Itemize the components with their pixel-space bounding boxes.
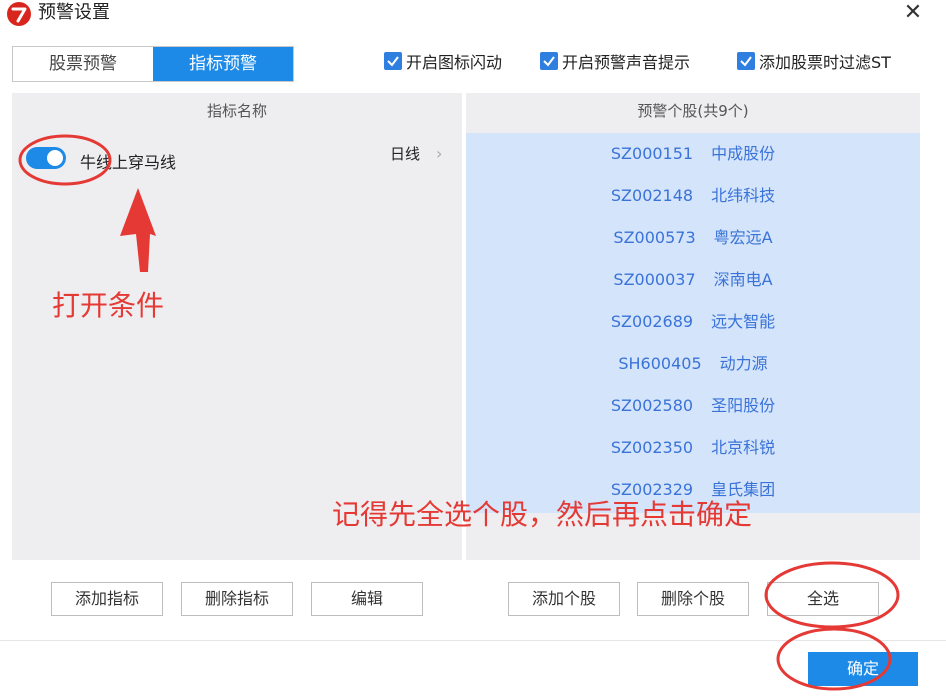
stock-list: SZ000151 中成股份 SZ002148 北纬科技 SZ000573 粤宏远A S… xyxy=(466,133,920,513)
stock-name: 圣阳股份 xyxy=(711,396,776,415)
stock-name: 中成股份 xyxy=(711,144,776,163)
annotation-instruction: 记得先全选个股，然后再点击确定 xyxy=(332,498,753,531)
annotation-open-condition: 打开条件 xyxy=(52,289,165,322)
stock-row[interactable]: SZ000151 中成股份 xyxy=(466,133,920,175)
option-alert-sound[interactable]: 开启预警声音提示 xyxy=(540,49,690,73)
check-icon xyxy=(737,52,755,70)
indicator-period[interactable]: 日线 xyxy=(390,143,420,164)
check-icon xyxy=(540,52,558,70)
indicator-row[interactable]: 牛线上穿马线 日线 › xyxy=(12,141,462,181)
delete-stock-button[interactable]: 删除个股 xyxy=(637,582,749,616)
stock-row[interactable]: SZ002350 北京科锐 xyxy=(466,427,920,469)
stock-column-header: 预警个股(共9个) xyxy=(637,102,749,120)
chevron-right-icon[interactable]: › xyxy=(436,144,442,163)
stock-code: SZ002350 xyxy=(610,438,694,457)
window-title: 预警设置 xyxy=(38,2,110,23)
stock-name: 北纬科技 xyxy=(711,186,776,205)
tab-stock-alert[interactable]: 股票预警 xyxy=(13,47,153,81)
indicator-enable-toggle[interactable] xyxy=(26,147,66,169)
stock-name: 远大智能 xyxy=(711,312,776,331)
stock-code: SZ000151 xyxy=(610,144,694,163)
stock-name: 深南电A xyxy=(713,270,773,289)
alert-type-tabs: 股票预警 指标预警 xyxy=(12,46,294,82)
tab-indicator-alert[interactable]: 指标预警 xyxy=(153,47,293,81)
stock-code: SZ000573 xyxy=(613,228,696,247)
option-label: 开启图标闪动 xyxy=(406,53,503,72)
close-icon[interactable]: ✕ xyxy=(900,0,926,26)
stock-code: SZ000037 xyxy=(613,270,696,289)
footer-divider xyxy=(0,640,946,641)
indicator-panel: 指标名称 牛线上穿马线 日线 › xyxy=(12,93,462,560)
delete-indicator-button[interactable]: 删除指标 xyxy=(181,582,293,616)
option-filter-st[interactable]: 添加股票时过滤ST xyxy=(737,49,891,73)
stock-row[interactable]: SZ000037 深南电A xyxy=(466,259,920,301)
option-icon-flash[interactable]: 开启图标闪动 xyxy=(384,49,502,73)
add-stock-button[interactable]: 添加个股 xyxy=(508,582,620,616)
stock-row[interactable]: SZ000573 粤宏远A xyxy=(466,217,920,259)
stock-row[interactable]: SZ002689 远大智能 xyxy=(466,301,920,343)
indicator-column-header: 指标名称 xyxy=(206,102,267,120)
option-label: 添加股票时过滤ST xyxy=(759,53,891,72)
stock-panel: 预警个股(共9个) SZ000151 中成股份 SZ002148 北纬科技 SZ00… xyxy=(466,93,920,560)
stock-code: SZ002689 xyxy=(610,312,694,331)
app-logo-icon xyxy=(7,2,31,26)
title-bar: 预警设置 ✕ xyxy=(0,0,946,30)
stock-code: SH600405 xyxy=(618,354,702,373)
stock-row[interactable]: SH600405 动力源 xyxy=(466,343,920,385)
select-all-button[interactable]: 全选 xyxy=(767,582,879,616)
stock-code: SZ002580 xyxy=(610,396,694,415)
toggle-knob xyxy=(47,150,63,166)
confirm-button[interactable]: 确定 xyxy=(808,652,918,686)
stock-code: SZ002148 xyxy=(610,186,694,205)
stock-row[interactable]: SZ002148 北纬科技 xyxy=(466,175,920,217)
edit-button[interactable]: 编辑 xyxy=(311,582,423,616)
stock-name: 动力源 xyxy=(719,354,768,373)
option-label: 开启预警声音提示 xyxy=(562,53,691,72)
stock-row[interactable]: SZ002580 圣阳股份 xyxy=(466,385,920,427)
stock-name: 北京科锐 xyxy=(711,438,776,457)
indicator-name: 牛线上穿马线 xyxy=(80,153,177,172)
stock-name: 粤宏远A xyxy=(713,228,773,247)
stock-name: 皇氏集团 xyxy=(711,480,776,499)
add-indicator-button[interactable]: 添加指标 xyxy=(51,582,163,616)
check-icon xyxy=(384,52,402,70)
